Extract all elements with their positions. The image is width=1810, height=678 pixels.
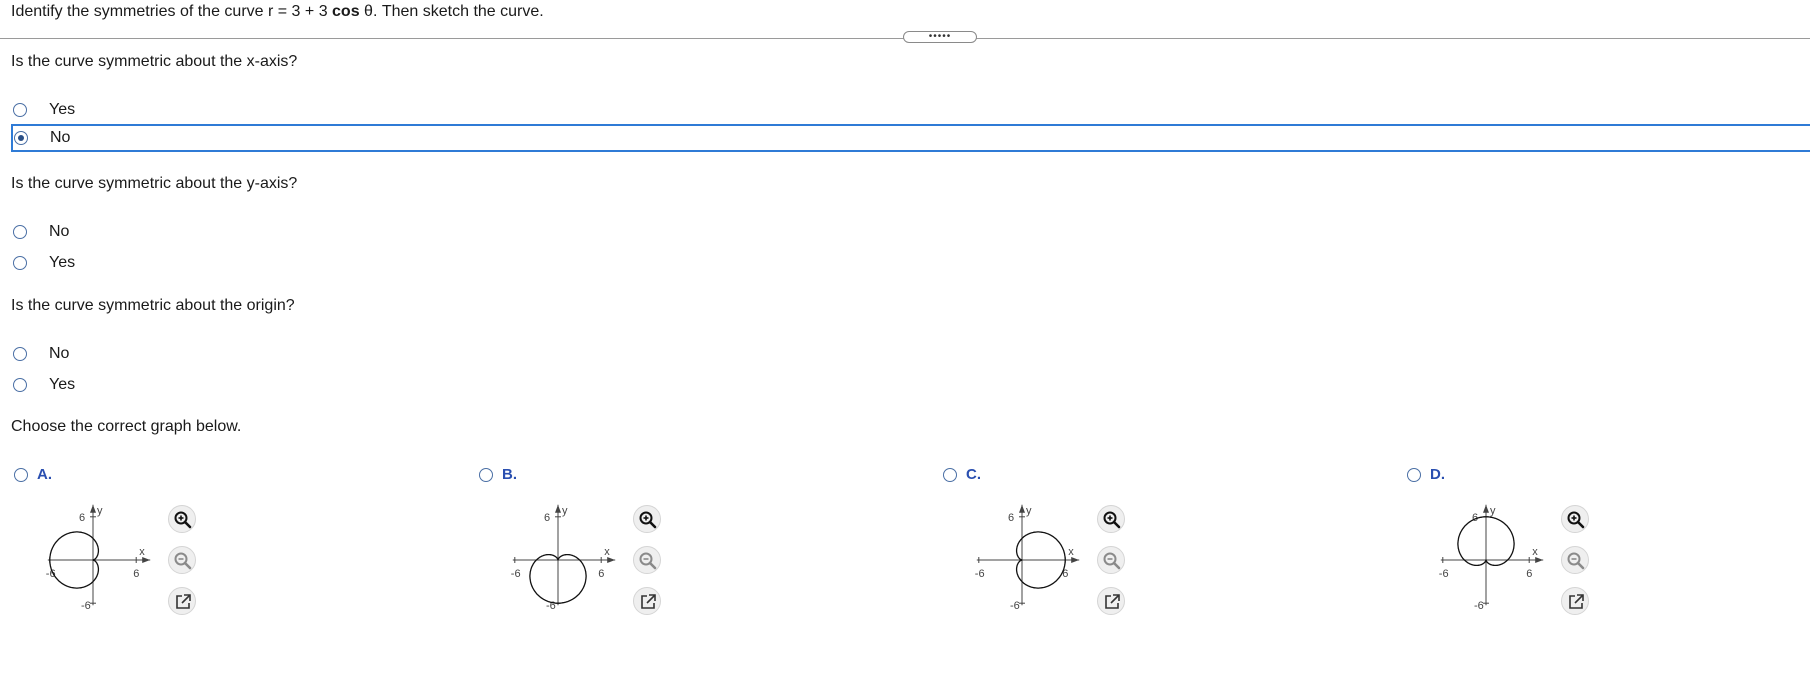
option-label: No	[49, 223, 70, 240]
graph-d[interactable]: 6 6 -6 -6 x y	[1434, 490, 1574, 625]
option-q2-yes[interactable]: Yes	[0, 249, 1810, 277]
question-x-axis: Is the curve symmetric about the x-axis?	[11, 53, 298, 70]
zoom-in-icon	[1103, 511, 1121, 529]
tick-label-y: 6	[1008, 512, 1014, 524]
axis-label-x: x	[139, 546, 145, 558]
zoom-in-button[interactable]	[1561, 505, 1589, 533]
radio-choice-a[interactable]	[14, 468, 28, 482]
open-new-window-button[interactable]	[1561, 587, 1589, 615]
y-axis-arrow	[1483, 504, 1489, 513]
zoom-out-button[interactable]	[633, 546, 661, 574]
zoom-in-icon	[639, 511, 657, 529]
option-label: No	[49, 345, 70, 362]
zoom-out-icon	[1567, 552, 1585, 570]
zoom-out-icon	[639, 552, 657, 570]
graph-a[interactable]: 6 6 -6 -6 x y	[41, 490, 181, 625]
question-y-axis: Is the curve symmetric about the y-axis?	[11, 175, 298, 192]
collapse-handle[interactable]: •••••	[903, 31, 977, 43]
external-link-icon	[1569, 594, 1584, 609]
question-origin: Is the curve symmetric about the origin?	[11, 297, 295, 314]
zoom-in-icon	[174, 511, 192, 529]
zoom-in-icon	[1567, 511, 1585, 529]
axis-label-y: y	[1026, 505, 1032, 517]
tick-label-y: 6	[79, 512, 85, 524]
radio-q3-no[interactable]	[13, 347, 27, 361]
tick-label-neg-y: -6	[81, 600, 91, 612]
option-label: Yes	[49, 254, 76, 271]
y-axis-arrow	[1019, 504, 1025, 513]
option-q3-yes[interactable]: Yes	[0, 371, 1810, 399]
radio-choice-c[interactable]	[943, 468, 957, 482]
tick-label-x: 6	[1526, 568, 1532, 580]
external-link-icon	[1105, 594, 1120, 609]
zoom-in-button[interactable]	[168, 505, 196, 533]
radio-choice-d[interactable]	[1407, 468, 1421, 482]
axis-label-y: y	[97, 505, 103, 517]
tick-label-neg-x: -6	[1439, 568, 1449, 580]
open-new-window-button[interactable]	[633, 587, 661, 615]
radio-q1-no[interactable]	[14, 131, 28, 145]
axis-label-x: x	[1068, 546, 1074, 558]
option-q3-no[interactable]: No	[0, 340, 1810, 368]
choice-letter[interactable]: C.	[966, 466, 981, 483]
option-label: Yes	[49, 376, 76, 393]
open-new-window-button[interactable]	[1097, 587, 1125, 615]
tick-label-x: 6	[598, 568, 604, 580]
tick-label-x: 6	[133, 568, 139, 580]
tick-label-neg-x: -6	[975, 568, 985, 580]
zoom-in-button[interactable]	[633, 505, 661, 533]
axis-label-x: x	[604, 546, 610, 558]
graph-c[interactable]: 6 6 -6 -6 x y	[970, 490, 1110, 625]
zoom-in-button[interactable]	[1097, 505, 1125, 533]
option-label: No	[50, 129, 71, 146]
radio-q1-yes[interactable]	[13, 103, 27, 117]
radio-q2-yes[interactable]	[13, 256, 27, 270]
question-choose-graph: Choose the correct graph below.	[11, 418, 242, 435]
zoom-out-button[interactable]	[1097, 546, 1125, 574]
option-label: Yes	[49, 101, 76, 118]
axis-label-y: y	[1490, 505, 1496, 517]
radio-choice-b[interactable]	[479, 468, 493, 482]
option-q1-no[interactable]: No	[11, 124, 1810, 152]
radio-q2-no[interactable]	[13, 225, 27, 239]
zoom-out-button[interactable]	[168, 546, 196, 574]
zoom-out-icon	[1103, 552, 1121, 570]
graph-b[interactable]: 6 6 -6 -6 x y	[506, 490, 646, 625]
open-new-window-button[interactable]	[168, 587, 196, 615]
option-q2-no[interactable]: No	[0, 218, 1810, 246]
radio-q3-yes[interactable]	[13, 378, 27, 392]
choice-letter[interactable]: B.	[502, 466, 517, 483]
zoom-out-icon	[174, 552, 192, 570]
tick-label-neg-y: -6	[1474, 600, 1484, 612]
tick-label-neg-y: -6	[1010, 600, 1020, 612]
problem-statement: Identify the symmetries of the curve r =…	[11, 3, 544, 20]
axis-label-x: x	[1532, 546, 1538, 558]
tick-label-y: 6	[544, 512, 550, 524]
external-link-icon	[641, 594, 656, 609]
y-axis-arrow	[90, 504, 96, 513]
axis-label-y: y	[562, 505, 568, 517]
choice-letter[interactable]: A.	[37, 466, 52, 483]
external-link-icon	[176, 594, 191, 609]
zoom-out-button[interactable]	[1561, 546, 1589, 574]
tick-label-neg-x: -6	[511, 568, 521, 580]
y-axis-arrow	[555, 504, 561, 513]
choice-letter[interactable]: D.	[1430, 466, 1445, 483]
option-q1-yes[interactable]: Yes	[0, 96, 1810, 124]
